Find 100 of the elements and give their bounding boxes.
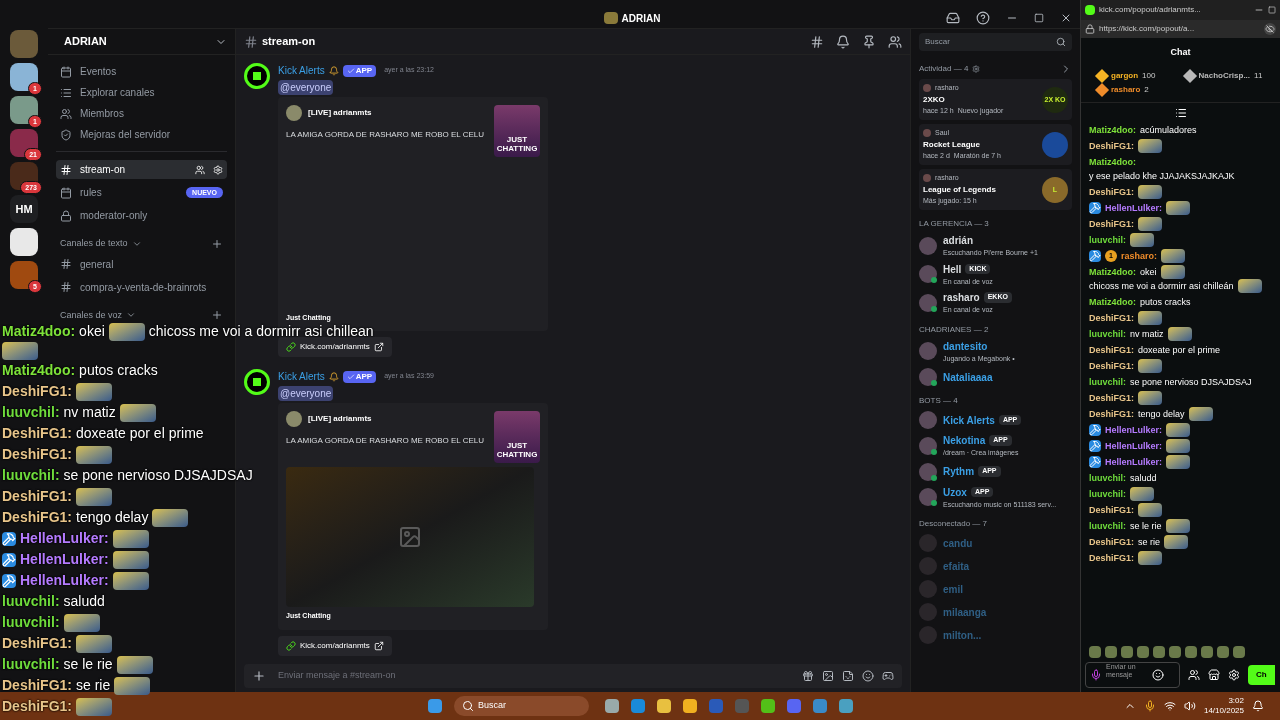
embed-title[interactable]: [LIVE] adrianmts [308, 413, 372, 425]
emote-image[interactable] [1185, 646, 1197, 658]
member-avatar[interactable] [919, 293, 937, 312]
chat-username[interactable]: DeshiFG1: [1089, 358, 1134, 373]
taskbar-app-icon[interactable] [605, 699, 619, 713]
channel-item[interactable]: general [80, 256, 114, 272]
taskbar-app-icon[interactable] [761, 699, 775, 713]
chat-username[interactable]: Matiz4doo: [2, 360, 76, 381]
network-icon[interactable] [1163, 700, 1176, 712]
taskbar-app-icon[interactable] [839, 699, 853, 713]
chat-username[interactable]: DeshiFG1: [2, 633, 72, 654]
members-icon[interactable] [888, 34, 902, 49]
chat-username[interactable]: luuvchil: [1089, 374, 1126, 389]
chat-username[interactable]: rasharo: [1121, 248, 1157, 263]
member-name[interactable]: Hell [943, 261, 962, 277]
sidebar-item[interactable]: Eventos [80, 64, 117, 79]
member-avatar[interactable] [919, 265, 937, 284]
chat-username[interactable]: HellenLulker: [20, 528, 109, 549]
chat-username[interactable]: DeshiFG1: [1089, 342, 1134, 357]
chat-username[interactable]: luuvchil: [1089, 232, 1126, 247]
search-input[interactable]: Buscar [478, 699, 581, 713]
taskbar-app-icon[interactable] [657, 699, 671, 713]
emote-image[interactable] [1169, 646, 1181, 658]
add-icon[interactable] [211, 237, 223, 250]
sticker-icon[interactable] [842, 670, 854, 682]
search-input[interactable]: Buscar [925, 36, 1056, 48]
store-icon[interactable] [1208, 669, 1220, 681]
notification-icon[interactable] [1252, 700, 1264, 712]
pin-icon[interactable] [862, 34, 876, 49]
leaderboard-name[interactable]: rasharo [1111, 83, 1141, 96]
menu-icon[interactable] [1174, 106, 1187, 119]
message-field[interactable]: Enviar mensaje a #stream-on [244, 664, 902, 688]
chat-username[interactable]: luuvchil: [2, 402, 60, 423]
member-name[interactable]: dantesito [943, 338, 988, 354]
chat-username[interactable]: DeshiFG1: [2, 486, 72, 507]
emote-image[interactable] [1105, 646, 1117, 658]
chat-username[interactable]: HellenLulker: [1105, 200, 1162, 215]
member-avatar[interactable] [919, 462, 937, 481]
bell-icon[interactable] [836, 34, 850, 49]
microphone-icon[interactable] [1143, 700, 1156, 712]
chat-username[interactable]: luuvchil: [2, 612, 60, 633]
server-icon[interactable] [10, 228, 38, 256]
bot-avatar[interactable] [244, 63, 270, 89]
chat-username[interactable]: DeshiFG1: [2, 675, 72, 696]
channel-item[interactable]: compra-y-venta-de-brainrots [80, 279, 207, 295]
chat-username[interactable]: DeshiFG1: [2, 507, 72, 528]
send-button[interactable]: Ch [1248, 665, 1275, 685]
chat-username[interactable]: DeshiFG1: [2, 696, 72, 717]
chat-username[interactable]: HellenLulker: [1105, 422, 1162, 437]
microphone-icon[interactable] [1090, 669, 1102, 681]
member-avatar[interactable] [919, 488, 937, 507]
chat-username[interactable]: DeshiFG1: [1089, 310, 1134, 325]
member-name[interactable]: Rythm [943, 464, 975, 479]
message-input[interactable]: Enviar mensaje a #stream-on [278, 669, 790, 683]
server-icon[interactable]: HM [10, 195, 38, 223]
server-icon[interactable] [10, 63, 38, 91]
add-icon[interactable] [252, 669, 266, 683]
add-icon[interactable] [211, 309, 223, 322]
chat-username[interactable]: luuvchil: [2, 465, 60, 486]
chat-username[interactable]: luuvchil: [1089, 470, 1126, 485]
close-icon[interactable] [1060, 12, 1072, 24]
volume-icon[interactable] [1183, 700, 1196, 712]
clock-date[interactable]: 14/10/2025 [1203, 706, 1244, 716]
chat-username[interactable]: HellenLulker: [1105, 454, 1162, 469]
leaderboard-name[interactable]: NachoCrisp... [1198, 69, 1251, 82]
link-button[interactable]: Kick.com/adrianmts [278, 635, 392, 656]
chat-username[interactable]: DeshiFG1: [2, 423, 72, 444]
chat-username[interactable]: DeshiFG1: [1089, 502, 1134, 517]
chat-username[interactable]: DeshiFG1: [1089, 550, 1134, 565]
chat-username[interactable]: DeshiFG1: [1089, 138, 1134, 153]
search-field[interactable]: Buscar [919, 33, 1072, 51]
emote-image[interactable] [1121, 646, 1133, 658]
chat-username[interactable]: DeshiFG1: [2, 444, 72, 465]
server-name[interactable]: ADRIAN [56, 33, 215, 50]
chat-username[interactable]: Matiz4doo: [1089, 154, 1136, 169]
chat-username[interactable]: Matiz4doo: [2, 321, 76, 342]
chat-username[interactable]: luuvchil: [1089, 518, 1126, 533]
eye-off-icon[interactable] [1264, 23, 1276, 35]
chat-username[interactable]: luuvchil: [1089, 486, 1126, 501]
emote-image[interactable] [1153, 646, 1165, 658]
category-header[interactable]: Canales de texto [60, 237, 128, 251]
chat-username[interactable]: DeshiFG1: [2, 381, 72, 402]
author-name[interactable]: Kick Alerts [278, 369, 325, 384]
leaderboard-name[interactable]: gargon [1111, 69, 1139, 82]
member-avatar[interactable] [919, 436, 937, 455]
chat-username[interactable]: HellenLulker: [20, 549, 109, 570]
server-icon[interactable] [10, 96, 38, 124]
chat-username[interactable]: DeshiFG1: [1089, 216, 1134, 231]
emoji-icon[interactable] [862, 670, 874, 682]
member-name[interactable]: Nataliaaaa [943, 369, 993, 385]
bot-avatar[interactable] [244, 369, 270, 395]
inbox-icon[interactable] [946, 11, 960, 25]
chat-username[interactable]: Matiz4doo: [1089, 294, 1136, 309]
chat-username[interactable]: luuvchil: [2, 654, 60, 675]
emote-image[interactable] [1201, 646, 1213, 658]
channel-item[interactable]: moderator-only [56, 206, 227, 225]
mention[interactable]: @everyone [278, 80, 334, 95]
sidebar-item[interactable]: Mejoras del servidor [80, 127, 171, 142]
chat-username[interactable]: DeshiFG1: [1089, 534, 1134, 549]
member-name[interactable]: Nekotina [943, 433, 986, 448]
